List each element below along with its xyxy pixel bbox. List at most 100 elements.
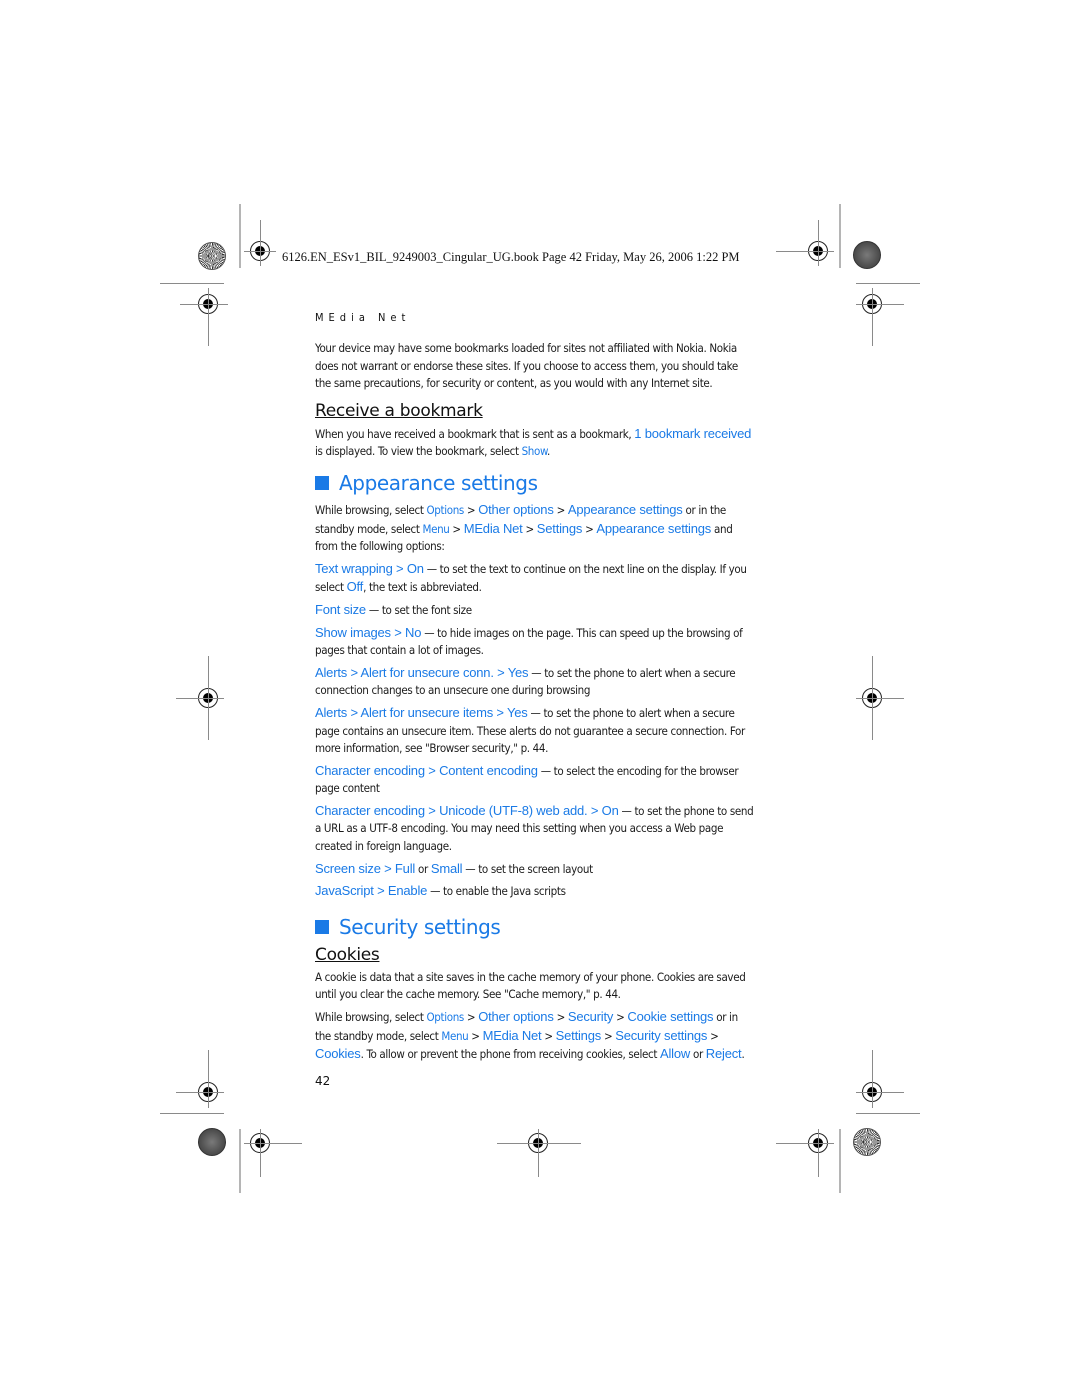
option-desc: — to enable the Java scripts bbox=[427, 884, 566, 899]
crop-line bbox=[776, 1143, 834, 1144]
option-item: Text wrapping > On — to set the text to … bbox=[315, 560, 755, 597]
option-item: Alerts > Alert for unsecure conn. > Yes … bbox=[315, 664, 755, 700]
running-head: MEdia Net bbox=[315, 311, 411, 324]
receive-bookmark-heading: Receive a bookmark bbox=[315, 400, 483, 421]
ui-term: Reject bbox=[705, 1046, 742, 1062]
text: or bbox=[690, 1047, 706, 1062]
ui-term: Off bbox=[346, 579, 364, 595]
ui-term: Cookies bbox=[315, 1046, 361, 1062]
text: > bbox=[601, 1028, 616, 1043]
ui-term: MEdia Net bbox=[482, 1027, 542, 1043]
option-item: Character encoding > Content encoding — … bbox=[315, 762, 755, 798]
ui-term: MEdia Net bbox=[463, 520, 523, 536]
option-path: Character encoding > Content encoding bbox=[315, 762, 538, 778]
ui-term: Other options bbox=[478, 501, 554, 517]
cookies-nav-paragraph: While browsing, select Options > Other o… bbox=[315, 1008, 755, 1064]
ui-term: 1 bookmark received bbox=[634, 425, 752, 441]
text: > bbox=[463, 502, 479, 517]
option-path: Alerts > Alert for unsecure items > Yes bbox=[315, 704, 528, 720]
text: While browsing, select bbox=[315, 502, 427, 517]
crop-line bbox=[260, 1129, 261, 1177]
crop-line bbox=[208, 1050, 209, 1108]
ui-term: Appearance settings bbox=[567, 501, 683, 517]
crop-line bbox=[818, 220, 819, 266]
crop-line bbox=[244, 1143, 302, 1144]
text: > bbox=[522, 521, 537, 536]
crop-line bbox=[856, 1092, 904, 1093]
option-desc: , the text is abbreviated. bbox=[363, 580, 482, 595]
text: . bbox=[741, 1047, 745, 1062]
crop-line bbox=[244, 251, 276, 252]
crop-line bbox=[776, 251, 834, 252]
text: > bbox=[463, 1010, 479, 1025]
crop-line bbox=[239, 1129, 241, 1193]
option-path: Screen size > Full bbox=[315, 860, 416, 876]
section-square-icon bbox=[315, 475, 329, 490]
option-item: Character encoding > Unicode (UTF-8) web… bbox=[315, 802, 755, 856]
option-item: Show images > No — to hide images on the… bbox=[315, 624, 755, 660]
ui-term: Small bbox=[430, 860, 463, 876]
option-path: JavaScript > Enable bbox=[315, 883, 428, 899]
crop-line bbox=[872, 1050, 873, 1108]
text: is displayed. To view the bookmark, sele… bbox=[315, 444, 522, 459]
crop-line bbox=[856, 1113, 920, 1114]
registration-star-icon bbox=[198, 242, 226, 270]
page-content: Your device may have some bookmarks load… bbox=[315, 340, 755, 1068]
crop-line bbox=[839, 1129, 841, 1193]
crop-line bbox=[856, 698, 904, 699]
ui-term: Options bbox=[426, 502, 465, 517]
appearance-intro: While browsing, select Options > Other o… bbox=[315, 501, 755, 556]
option-item: Alerts > Alert for unsecure items > Yes … bbox=[315, 704, 755, 758]
text: When you have received a bookmark that i… bbox=[315, 426, 635, 441]
text: > bbox=[707, 1028, 719, 1043]
ui-term: Other options bbox=[478, 1009, 554, 1025]
option-item: JavaScript > Enable — to enable the Java… bbox=[315, 882, 755, 901]
crop-line bbox=[160, 1113, 224, 1114]
crop-line bbox=[208, 288, 209, 346]
crop-line bbox=[160, 283, 224, 284]
option-item: Font size — to set the font size bbox=[315, 601, 755, 620]
text: While browsing, select bbox=[315, 1010, 427, 1025]
crop-line bbox=[839, 204, 841, 268]
registration-star-icon bbox=[853, 1128, 881, 1156]
crop-line bbox=[497, 1143, 581, 1144]
text: > bbox=[449, 521, 464, 536]
crop-line bbox=[856, 283, 920, 284]
appearance-settings-heading: Appearance settings bbox=[315, 471, 755, 495]
ui-term: Options bbox=[426, 1010, 465, 1025]
option-desc: — to set the screen layout bbox=[462, 861, 593, 876]
ui-term: Security settings bbox=[615, 1027, 708, 1043]
crop-line bbox=[180, 304, 228, 305]
crop-line bbox=[260, 220, 261, 266]
text: . To allow or prevent the phone from rec… bbox=[360, 1047, 660, 1062]
ui-term: Menu bbox=[422, 521, 450, 536]
text: > bbox=[553, 1010, 568, 1025]
ui-term: Cookie settings bbox=[627, 1009, 714, 1025]
option-path: Character encoding > Unicode (UTF-8) web… bbox=[315, 802, 619, 818]
ui-term: Appearance settings bbox=[596, 520, 712, 536]
heading-text: Appearance settings bbox=[339, 470, 538, 495]
registration-star-icon bbox=[853, 241, 881, 269]
crop-line bbox=[176, 1092, 224, 1093]
page-number: 42 bbox=[315, 1074, 331, 1088]
crop-line bbox=[239, 204, 241, 268]
ui-term: Show bbox=[521, 444, 548, 459]
text: > bbox=[541, 1028, 556, 1043]
intro-paragraph: Your device may have some bookmarks load… bbox=[315, 341, 738, 391]
option-desc: — to set the font size bbox=[365, 602, 472, 617]
text: > bbox=[553, 502, 568, 517]
cookies-paragraph: A cookie is data that a site saves in th… bbox=[315, 969, 746, 1002]
option-path: Alerts > Alert for unsecure conn. > Yes bbox=[315, 664, 529, 680]
crop-line bbox=[856, 304, 904, 305]
crop-line bbox=[538, 1129, 539, 1177]
print-header: 6126.EN_ESv1_BIL_9249003_Cingular_UG.boo… bbox=[282, 250, 740, 264]
ui-term: Allow bbox=[659, 1046, 691, 1062]
text: > bbox=[613, 1010, 628, 1025]
receive-bookmark-paragraph: When you have received a bookmark that i… bbox=[315, 425, 755, 461]
option-item: Screen size > Full or Small — to set the… bbox=[315, 860, 755, 879]
crop-line bbox=[176, 698, 224, 699]
ui-term: Security bbox=[567, 1009, 614, 1025]
text: > bbox=[582, 521, 597, 536]
security-settings-heading: Security settings bbox=[315, 915, 755, 939]
option-path: Show images > No bbox=[315, 624, 422, 640]
